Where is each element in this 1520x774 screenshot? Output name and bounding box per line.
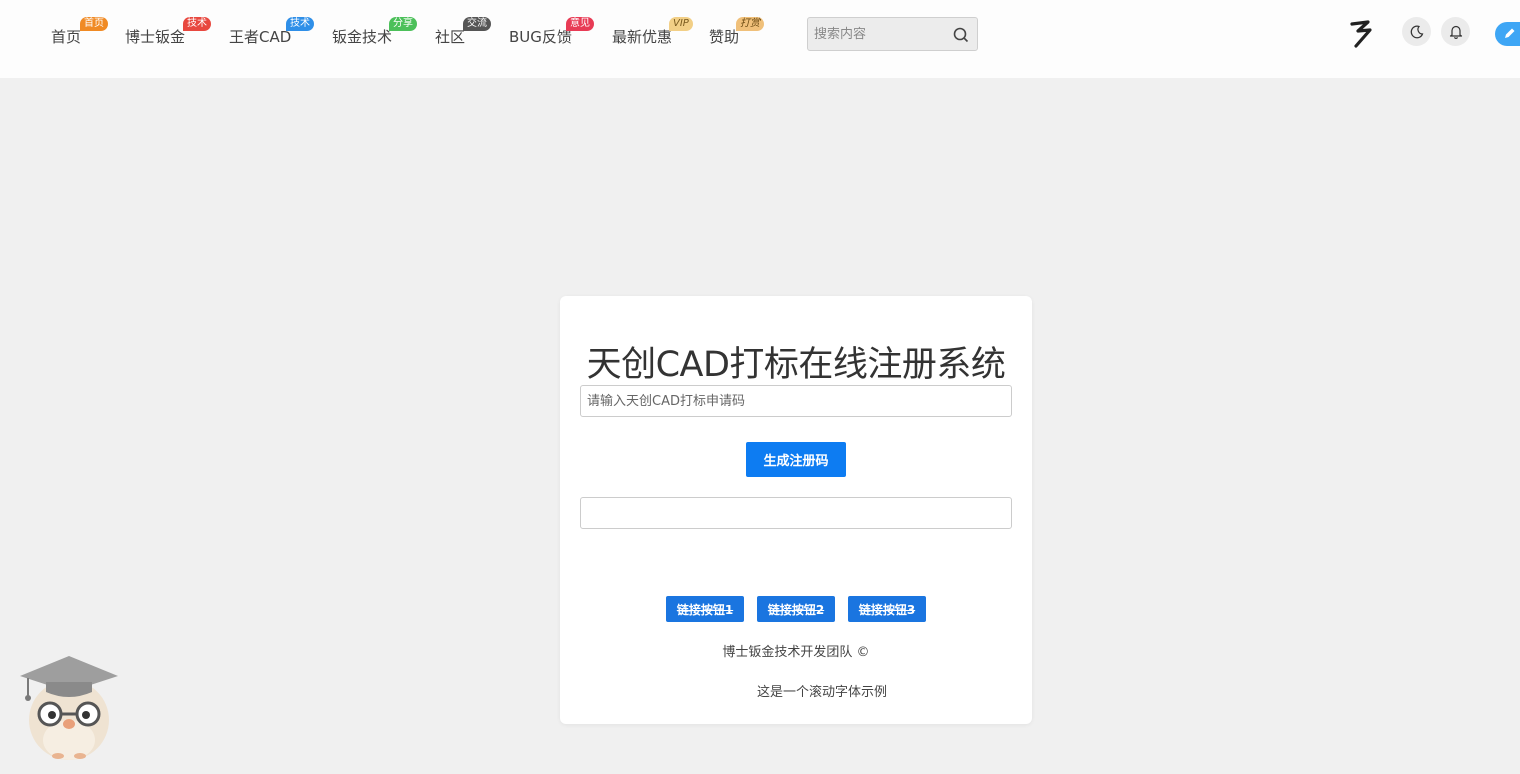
nav-item-community[interactable]: 社区 交流 [435,17,491,47]
nav-item-label: 社区 [435,28,466,46]
team-credit: 博士钣金技术开发团队 © [722,645,870,660]
nav-badge: 技术 [183,17,211,31]
request-code-input[interactable] [580,385,1012,417]
nav-badge: 技术 [286,17,314,31]
link-button-1[interactable]: 链接按钮1 [666,596,744,622]
nav-item-wangzhe-cad[interactable]: 王者CAD 技术 [229,17,314,47]
bell-icon[interactable] [1441,17,1470,46]
top-navbar: 首页 首页 博士钣金 技术 王者CAD 技术 钣金技术 分享 社区 交流 BUG… [0,0,1520,78]
nav-item-label: 博士钣金 [125,28,186,46]
nav-item-label: 最新优惠 [612,28,673,46]
registration-card: 天创CAD打标在线注册系统 生成注册码 链接按钮1 链接按钮2 链接按钮3 博士… [560,296,1032,724]
nav-item-deals[interactable]: 最新优惠 VIP [612,17,693,47]
nav-item-banjin-tech[interactable]: 钣金技术 分享 [332,17,417,47]
pen-icon[interactable] [1495,22,1520,46]
nav-badge-vip: VIP [669,17,693,31]
nav-badge: 交流 [463,17,491,31]
nav-item-home[interactable]: 首页 首页 [51,17,108,47]
nav-item-label: 赞助 [709,28,740,46]
search-input[interactable] [808,18,948,50]
nav-item-label: 首页 [51,28,82,46]
page-title: 天创CAD打标在线注册系统 [586,345,1006,385]
nav-badge: 首页 [80,17,108,31]
search-box [807,17,978,51]
registration-code-output[interactable] [580,497,1012,529]
search-icon[interactable] [953,27,969,43]
owl-mascot-icon[interactable] [18,652,120,762]
generate-code-button[interactable]: 生成注册码 [746,442,846,477]
scrolling-text: 这是一个滚动字体示例 [757,685,888,700]
nav-item-label: 王者CAD [229,28,292,46]
logo-icon[interactable] [1350,20,1374,48]
nav-item-bug-report[interactable]: BUG反馈 意见 [509,17,594,47]
link-button-3[interactable]: 链接按钮3 [848,596,926,622]
link-button-2[interactable]: 链接按钮2 [757,596,835,622]
nav-item-sponsor[interactable]: 赞助 打赏 [709,17,764,47]
nav-item-label: 钣金技术 [332,28,393,46]
nav-item-boshi-banjin[interactable]: 博士钣金 技术 [125,17,211,47]
moon-icon[interactable] [1402,17,1431,46]
nav-badge: 意见 [566,17,594,31]
nav-badge: 打赏 [736,17,764,31]
nav-item-label: BUG反馈 [509,28,572,46]
nav-badge: 分享 [389,17,417,31]
